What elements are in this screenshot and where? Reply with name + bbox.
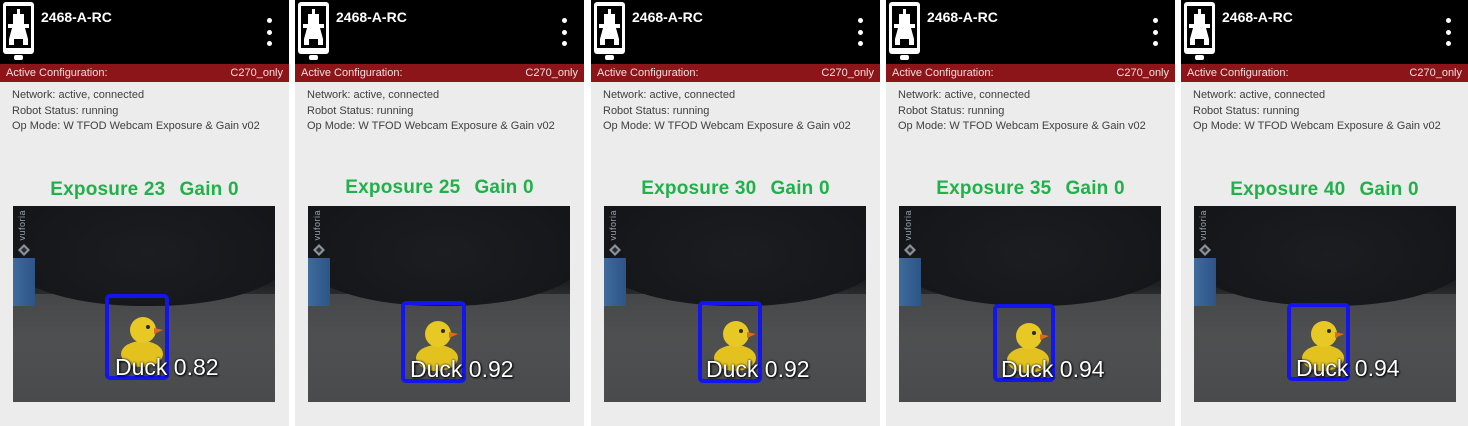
robot-controller-icon bbox=[1184, 2, 1215, 60]
network-status: Network: active, connected bbox=[1193, 89, 1326, 101]
exposure-text: Exposure 35 bbox=[936, 178, 1052, 199]
exposure-gain-headline: Exposure 30 Gain 0 bbox=[591, 178, 880, 200]
overflow-menu-icon[interactable] bbox=[552, 18, 576, 46]
op-mode: Op Mode: W TFOD Webcam Exposure & Gain v… bbox=[307, 120, 555, 132]
config-value: C270_only bbox=[1116, 67, 1169, 79]
network-status: Network: active, connected bbox=[603, 89, 736, 101]
vuforia-watermark: vuforia bbox=[608, 210, 618, 241]
config-label: Active Configuration: bbox=[597, 67, 699, 79]
exposure-text: Exposure 40 bbox=[1230, 179, 1346, 200]
app-top-bar: 2468-A-RC bbox=[591, 0, 880, 64]
app-top-bar: 2468-A-RC bbox=[0, 0, 289, 64]
active-configuration-bar: Active Configuration: C270_only bbox=[886, 64, 1175, 82]
status-block: Network: active, connected Robot Status:… bbox=[1193, 88, 1441, 135]
active-configuration-bar: Active Configuration: C270_only bbox=[591, 64, 880, 82]
op-mode: Op Mode: W TFOD Webcam Exposure & Gain v… bbox=[1193, 120, 1441, 132]
rc-screen-panel: 2468-A-RC Active Configuration: C270_onl… bbox=[886, 0, 1175, 426]
detection-label: Duck 0.82 bbox=[115, 354, 219, 380]
robot-controller-icon bbox=[3, 2, 34, 60]
rc-screen-panel: 2468-A-RC Active Configuration: C270_onl… bbox=[591, 0, 880, 426]
robot-status: Robot Status: running bbox=[12, 104, 119, 117]
app-top-bar: 2468-A-RC bbox=[295, 0, 584, 64]
detection-label: Duck 0.94 bbox=[1001, 356, 1105, 382]
config-label: Active Configuration: bbox=[6, 67, 108, 79]
config-value: C270_only bbox=[525, 67, 578, 79]
config-value: C270_only bbox=[230, 67, 283, 79]
vuforia-logo-icon bbox=[904, 244, 916, 256]
vuforia-logo-icon bbox=[609, 244, 621, 256]
vuforia-watermark: vuforia bbox=[312, 210, 322, 241]
status-block: Network: active, connected Robot Status:… bbox=[603, 88, 851, 135]
network-status: Network: active, connected bbox=[307, 89, 440, 101]
vuforia-watermark: vuforia bbox=[903, 210, 913, 241]
gain-text: Gain 0 bbox=[474, 177, 534, 198]
overflow-menu-icon[interactable] bbox=[1436, 18, 1460, 46]
overflow-menu-icon[interactable] bbox=[1143, 18, 1167, 46]
status-block: Network: active, connected Robot Status:… bbox=[307, 88, 555, 135]
detection-label: Duck 0.94 bbox=[1296, 355, 1400, 381]
app-top-bar: 2468-A-RC bbox=[886, 0, 1175, 64]
op-mode: Op Mode: W TFOD Webcam Exposure & Gain v… bbox=[603, 120, 851, 132]
screenshot-strip: 2468-A-RC Active Configuration: C270_onl… bbox=[0, 0, 1468, 426]
exposure-gain-headline: Exposure 25 Gain 0 bbox=[295, 177, 584, 199]
app-top-bar: 2468-A-RC bbox=[1181, 0, 1468, 64]
device-name: 2468-A-RC bbox=[632, 9, 703, 25]
vuforia-logo-icon bbox=[1199, 244, 1211, 256]
camera-preview: vuforia Duck 0.94 bbox=[899, 206, 1161, 402]
vuforia-logo-icon bbox=[18, 244, 30, 256]
robot-status: Robot Status: running bbox=[898, 104, 1005, 117]
active-configuration-bar: Active Configuration: C270_only bbox=[295, 64, 584, 82]
op-mode: Op Mode: W TFOD Webcam Exposure & Gain v… bbox=[12, 120, 260, 132]
config-value: C270_only bbox=[821, 67, 874, 79]
network-status: Network: active, connected bbox=[12, 89, 145, 101]
op-mode: Op Mode: W TFOD Webcam Exposure & Gain v… bbox=[898, 120, 1146, 132]
camera-preview: vuforia Duck 0.94 bbox=[1194, 206, 1456, 402]
robot-controller-icon bbox=[889, 2, 920, 60]
config-label: Active Configuration: bbox=[301, 67, 403, 79]
detection-label: Duck 0.92 bbox=[410, 356, 514, 382]
robot-status: Robot Status: running bbox=[603, 104, 710, 117]
robot-controller-icon bbox=[594, 2, 625, 60]
gain-text: Gain 0 bbox=[770, 178, 830, 199]
rc-screen-panel: 2468-A-RC Active Configuration: C270_onl… bbox=[1181, 0, 1468, 426]
exposure-gain-headline: Exposure 23 Gain 0 bbox=[0, 179, 289, 201]
exposure-text: Exposure 30 bbox=[641, 178, 757, 199]
active-configuration-bar: Active Configuration: C270_only bbox=[1181, 64, 1468, 82]
vuforia-watermark: vuforia bbox=[1198, 210, 1208, 241]
exposure-text: Exposure 23 bbox=[50, 179, 166, 200]
device-name: 2468-A-RC bbox=[1222, 9, 1293, 25]
camera-preview: vuforia Duck 0.82 bbox=[13, 206, 275, 402]
config-value: C270_only bbox=[1409, 67, 1462, 79]
robot-status: Robot Status: running bbox=[1193, 104, 1300, 117]
robot-controller-icon bbox=[298, 2, 329, 60]
detection-label: Duck 0.92 bbox=[706, 356, 810, 382]
gain-text: Gain 0 bbox=[1359, 179, 1419, 200]
exposure-gain-headline: Exposure 35 Gain 0 bbox=[886, 178, 1175, 200]
robot-status: Robot Status: running bbox=[307, 104, 414, 117]
config-label: Active Configuration: bbox=[892, 67, 994, 79]
overflow-menu-icon[interactable] bbox=[848, 18, 872, 46]
rc-screen-panel: 2468-A-RC Active Configuration: C270_onl… bbox=[0, 0, 289, 426]
camera-preview: vuforia Duck 0.92 bbox=[604, 206, 866, 402]
status-block: Network: active, connected Robot Status:… bbox=[12, 88, 260, 135]
exposure-text: Exposure 25 bbox=[345, 177, 461, 198]
device-name: 2468-A-RC bbox=[927, 9, 998, 25]
vuforia-logo-icon bbox=[313, 244, 325, 256]
gain-text: Gain 0 bbox=[1065, 178, 1125, 199]
vuforia-watermark: vuforia bbox=[17, 210, 27, 241]
gain-text: Gain 0 bbox=[179, 179, 239, 200]
config-label: Active Configuration: bbox=[1187, 67, 1289, 79]
status-block: Network: active, connected Robot Status:… bbox=[898, 88, 1146, 135]
rc-screen-panel: 2468-A-RC Active Configuration: C270_onl… bbox=[295, 0, 584, 426]
device-name: 2468-A-RC bbox=[41, 9, 112, 25]
network-status: Network: active, connected bbox=[898, 89, 1031, 101]
device-name: 2468-A-RC bbox=[336, 9, 407, 25]
exposure-gain-headline: Exposure 40 Gain 0 bbox=[1181, 179, 1468, 201]
active-configuration-bar: Active Configuration: C270_only bbox=[0, 64, 289, 82]
camera-preview: vuforia Duck 0.92 bbox=[308, 206, 570, 402]
overflow-menu-icon[interactable] bbox=[257, 18, 281, 46]
